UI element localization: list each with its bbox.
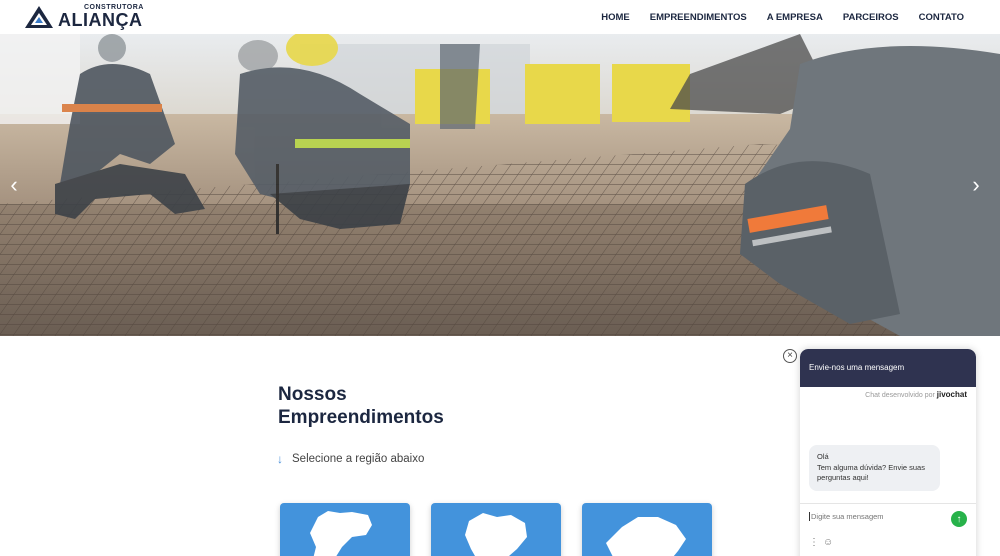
chat-widget: Envie-nos uma mensagem Chat desenvolvido… [800,349,976,556]
main-nav: HOME EMPREENDIMENTOS A EMPRESA PARCEIROS… [581,0,964,34]
close-icon: × [787,350,793,361]
nav-empreendimentos[interactable]: EMPREENDIMENTOS [650,12,747,23]
site-header: Construtora ALIANÇA HOME EMPREENDIMENTOS… [0,0,1000,34]
nav-a-empresa[interactable]: A EMPRESA [767,12,823,23]
emoji-icon[interactable]: ☺ [823,537,833,548]
arrow-up-icon: ↑ [956,513,962,525]
region-card-3[interactable] [582,503,712,556]
logo[interactable]: Construtora ALIANÇA [24,3,144,29]
chat-tools: ⋮ ☺ [809,537,833,548]
region-card-2[interactable] [431,503,561,556]
region-card-1[interactable] [280,503,410,556]
state-map-icon [465,513,527,556]
hero-prev-button[interactable]: ‹ [2,172,26,198]
nav-parceiros[interactable]: PARCEIROS [843,12,899,23]
state-map-icon [310,511,372,556]
chat-message: Olá Tem alguma dúvida? Envie suas pergun… [809,445,940,491]
hero-construction-image [0,34,1000,336]
page: Construtora ALIANÇA HOME EMPREENDIMENTOS… [0,0,1000,556]
chat-header: Envie-nos uma mensagem [800,349,976,387]
logo-name: ALIANÇA [58,10,143,30]
hero-banner: ‹ › [0,34,1000,336]
chat-input-row: ↑ [800,503,976,533]
arrow-down-icon: ↓ [277,452,283,466]
section-title: Nossos Empreendimentos [278,384,444,428]
state-map-icon [606,517,686,556]
nav-home[interactable]: HOME [601,12,630,23]
region-hint: ↓ Selecione a região abaixo [277,452,425,466]
chat-powered-by: Chat desenvolvido por jivochat [865,390,967,399]
nav-contato[interactable]: CONTATO [919,12,964,23]
jivochat-logo[interactable]: jivochat [937,390,967,399]
logo-triangle-icon [25,6,53,28]
chat-close-button[interactable]: × [783,349,797,363]
hero-next-button[interactable]: › [964,172,988,198]
more-options-icon[interactable]: ⋮ [809,537,819,548]
send-button[interactable]: ↑ [951,511,967,527]
chat-message-input[interactable] [809,512,939,521]
chevron-right-icon: › [972,172,980,197]
chevron-left-icon: ‹ [10,172,18,197]
